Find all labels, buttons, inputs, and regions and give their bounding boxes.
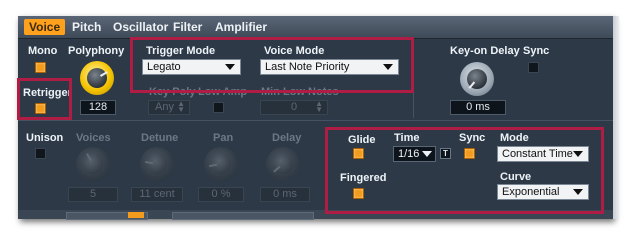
tab-bar: Voice Pitch Oscillator Filter Amplifier: [18, 16, 613, 39]
unison-toggle[interactable]: [35, 148, 46, 159]
highlight-retrigger: [17, 78, 72, 120]
polyphony-value[interactable]: 128: [80, 100, 116, 115]
voices-knob[interactable]: [76, 147, 110, 181]
pan-knob[interactable]: [204, 147, 238, 181]
key-on-sync-toggle[interactable]: [528, 62, 539, 73]
spinner-arrows-icon: ▲ ▼: [315, 99, 323, 114]
detune-label: Detune: [141, 132, 179, 144]
mono-toggle[interactable]: [35, 62, 46, 73]
voices-label: Voices: [76, 132, 111, 144]
detune-value[interactable]: 11 cent: [131, 187, 183, 202]
delay-knob[interactable]: [266, 147, 300, 181]
tab-oscillator[interactable]: Oscillator: [113, 20, 168, 34]
polyphony-label: Polyphony: [68, 45, 125, 57]
mono-label: Mono: [28, 45, 58, 57]
tab-voice[interactable]: Voice: [24, 19, 66, 35]
pan-value[interactable]: 0 %: [198, 187, 244, 202]
tab-filter[interactable]: Filter: [173, 20, 202, 34]
key-on-delay-value[interactable]: 0 ms: [450, 100, 506, 115]
unison-label: Unison: [26, 132, 64, 144]
key-on-sync-label: Sync: [523, 45, 550, 57]
tab-pitch[interactable]: Pitch: [72, 20, 101, 34]
min-low-notes-value-text: 0: [290, 101, 298, 113]
polyphony-knob[interactable]: [80, 61, 114, 95]
pan-label: Pan: [213, 132, 234, 144]
highlight-glide: [325, 127, 604, 214]
low-amp-toggle[interactable]: [213, 102, 224, 113]
key-on-delay-label: Key-on Delay: [450, 45, 520, 57]
right-edge-shadow: [613, 16, 619, 219]
spinner-arrows-icon: ▲ ▼: [177, 99, 185, 114]
tab-amplifier[interactable]: Amplifier: [215, 20, 267, 34]
bottom-field[interactable]: [172, 212, 314, 220]
key-on-delay-knob[interactable]: [460, 62, 494, 96]
key-poly-value-text: Any: [155, 101, 174, 113]
bottom-scroll-thumb[interactable]: [128, 212, 144, 218]
detune-knob-cap: [147, 154, 167, 174]
delay-label: Delay: [272, 132, 302, 144]
voices-value[interactable]: 5: [68, 187, 118, 202]
key-poly-value[interactable]: Any ▲ ▼: [148, 100, 190, 115]
polyphony-knob-cap: [87, 68, 107, 88]
highlight-trigger-voice-mode: [130, 37, 414, 93]
delay-value[interactable]: 0 ms: [260, 187, 310, 202]
min-low-notes-value[interactable]: 0 ▲ ▼: [260, 100, 328, 115]
detune-knob[interactable]: [140, 147, 174, 181]
voices-knob-cap: [83, 154, 103, 174]
horizontal-divider: [18, 120, 613, 121]
